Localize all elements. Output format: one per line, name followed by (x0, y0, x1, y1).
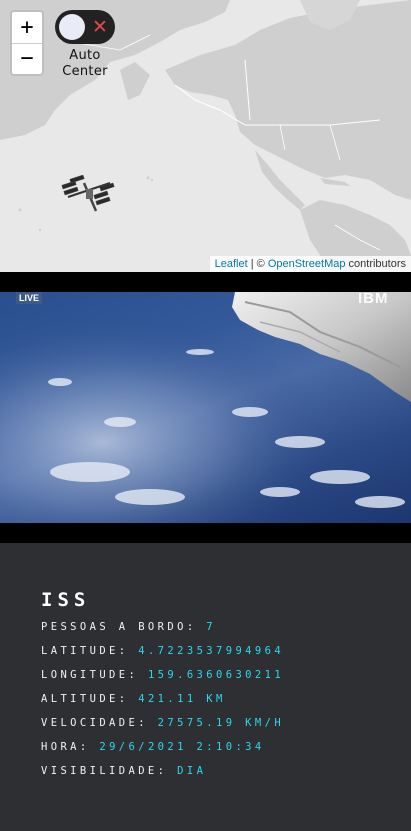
longitude-label: LONGITUDE: (41, 669, 139, 681)
iss-map[interactable]: + − ✕ Auto Center Leaflet | © OpenStreet… (0, 0, 411, 272)
iss-live-video[interactable]: LIVE IBM (0, 292, 411, 523)
toggle-knob (59, 14, 85, 40)
altitude-value: 421.11 KM (138, 693, 226, 705)
map-attribution: Leaflet | © OpenStreetMap contributors (209, 256, 411, 272)
zoom-control: + − (10, 10, 44, 76)
info-row-time: HORA: 29/6/2021 2:10:34 (41, 739, 284, 755)
leaflet-link[interactable]: Leaflet (215, 258, 248, 270)
info-row-altitude: ALTITUDE: 421.11 KM (41, 691, 284, 707)
velocity-value: 27575.19 KM/H (157, 717, 285, 729)
time-value: 29/6/2021 2:10:34 (99, 741, 265, 753)
attribution-contributors: contributors (345, 258, 406, 270)
zoom-out-button[interactable]: − (12, 43, 42, 74)
info-row-people: PESSOAS A BORDO: 7 (41, 619, 284, 635)
earth-view-image (0, 292, 411, 523)
auto-center-label: Auto Center (62, 48, 108, 79)
iss-info-panel: ISS PESSOAS A BORDO: 7 LATITUDE: 4.72235… (0, 543, 411, 831)
info-row-latitude: LATITUDE: 4.7223537994964 (41, 643, 284, 659)
visibility-value: DIA (177, 765, 207, 777)
longitude-value: 159.6360630211 (147, 669, 285, 681)
info-row-velocity: VELOCIDADE: 27575.19 KM/H (41, 715, 284, 731)
altitude-label: ALTITUDE: (41, 693, 129, 705)
latitude-label: LATITUDE: (41, 645, 129, 657)
ibm-watermark: IBM (358, 292, 389, 307)
auto-center-toggle[interactable]: ✕ (55, 10, 115, 44)
people-value: 7 (206, 621, 217, 633)
latitude-value: 4.7223537994964 (138, 645, 285, 657)
zoom-in-button[interactable]: + (12, 12, 42, 43)
time-label: HORA: (41, 741, 90, 753)
iss-station-icon[interactable] (60, 175, 120, 215)
info-row-visibility: VISIBILIDADE: DIA (41, 763, 284, 779)
velocity-label: VELOCIDADE: (41, 717, 148, 729)
info-row-longitude: LONGITUDE: 159.6360630211 (41, 667, 284, 683)
openstreetmap-link[interactable]: OpenStreetMap (268, 258, 346, 270)
close-icon: ✕ (92, 16, 108, 38)
people-label: PESSOAS A BORDO: (41, 621, 197, 633)
iss-title: ISS (41, 589, 91, 611)
attribution-separator: | © (247, 258, 268, 270)
live-badge: LIVE (16, 292, 43, 304)
visibility-label: VISIBILIDADE: (41, 765, 168, 777)
